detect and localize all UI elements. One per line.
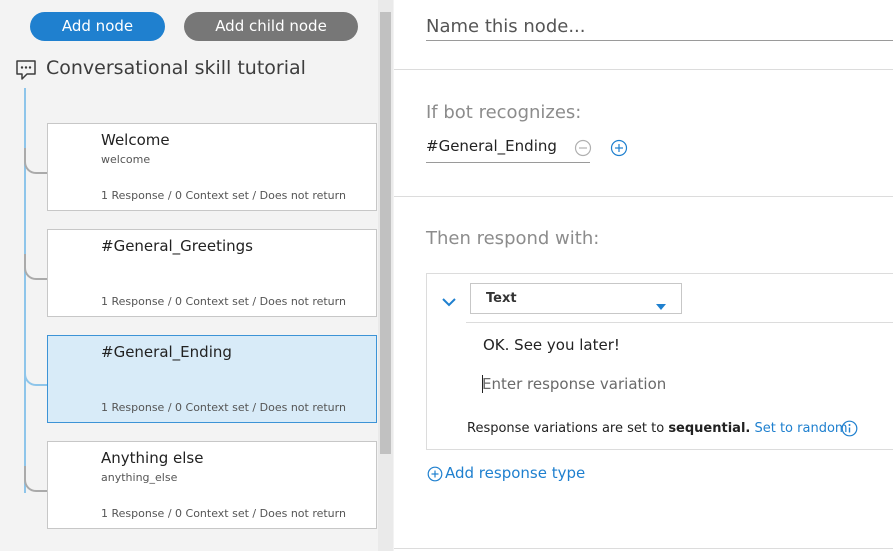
divider <box>466 322 893 323</box>
node-card-general-ending[interactable]: #General_Ending 1 Response / 0 Context s… <box>47 335 377 423</box>
tree-scrollbar-thumb[interactable] <box>380 12 391 454</box>
node-meta: 1 Response / 0 Context set / Does not re… <box>101 401 346 414</box>
node-meta: 1 Response / 0 Context set / Does not re… <box>101 507 346 520</box>
node-condition: anything_else <box>101 471 178 484</box>
caret-down-icon <box>655 296 667 315</box>
node-meta: 1 Response / 0 Context set / Does not re… <box>101 189 346 202</box>
node-name-input[interactable] <box>426 12 893 41</box>
response-variation[interactable]: OK. See you later! <box>483 336 620 354</box>
node-title: #General_Greetings <box>101 237 253 255</box>
set-to-random-link[interactable]: Set to random <box>754 421 847 436</box>
variation-note-prefix: Response variations are set to <box>467 421 665 436</box>
then-respond-with-label: Then respond with: <box>426 228 600 249</box>
node-title: Welcome <box>101 131 170 149</box>
plus-circle-icon <box>427 466 443 482</box>
divider <box>394 69 893 70</box>
node-editor-panel: If bot recognizes: #General_Ending Then … <box>394 0 893 551</box>
chat-bubble-icon <box>14 58 38 82</box>
node-condition: welcome <box>101 153 151 166</box>
divider <box>394 548 893 549</box>
add-response-type-link[interactable]: Add response type <box>427 464 585 482</box>
variation-note: Response variations are set to sequentia… <box>467 421 848 436</box>
info-icon[interactable] <box>841 420 858 441</box>
add-child-node-button[interactable]: Add child node <box>184 12 358 41</box>
skill-root-label: Conversational skill tutorial <box>46 57 306 79</box>
add-node-button[interactable]: Add node <box>30 12 165 41</box>
response-type-select[interactable]: Text <box>470 283 682 314</box>
add-response-type-label: Add response type <box>445 464 586 482</box>
divider <box>394 196 893 197</box>
node-card-general-greetings[interactable]: #General_Greetings 1 Response / 0 Contex… <box>47 229 377 317</box>
text-cursor <box>482 375 483 393</box>
variation-mode: sequential. <box>668 421 751 436</box>
node-meta: 1 Response / 0 Context set / Does not re… <box>101 295 346 308</box>
condition-value: #General_Ending <box>426 137 557 155</box>
node-card-anything-else[interactable]: Anything else anything_else 1 Response /… <box>47 441 377 529</box>
plus-circle-icon[interactable] <box>610 139 628 161</box>
tree-branch <box>24 254 48 280</box>
tree-branch <box>24 466 48 492</box>
chevron-down-icon[interactable] <box>441 293 457 312</box>
condition-field[interactable]: #General_Ending <box>426 135 590 163</box>
node-card-welcome[interactable]: Welcome welcome 1 Response / 0 Context s… <box>47 123 377 211</box>
tree-branch <box>24 148 48 174</box>
node-title: #General_Ending <box>101 343 232 361</box>
response-type-value: Text <box>486 291 517 306</box>
tree-branch-selected <box>24 360 48 386</box>
dialog-tree-panel: Add node Add child node Conversational s… <box>0 0 393 551</box>
minus-circle-icon[interactable] <box>574 139 592 161</box>
node-title: Anything else <box>101 449 204 467</box>
if-bot-recognizes-label: If bot recognizes: <box>426 102 582 123</box>
response-variation-input[interactable] <box>482 373 882 395</box>
